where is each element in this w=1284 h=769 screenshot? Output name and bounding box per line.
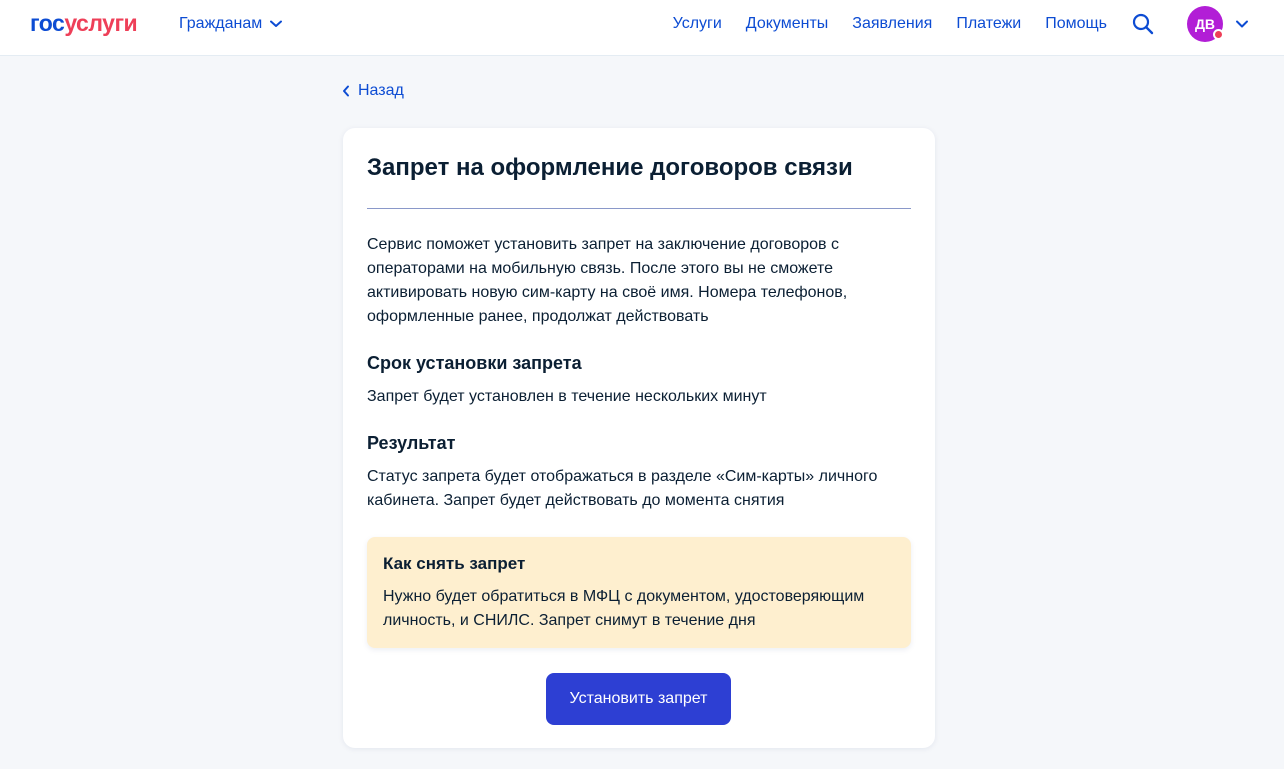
title-divider	[367, 208, 911, 209]
logo-part-gos: гос	[30, 10, 65, 36]
section-text-duration: Запрет будет установлен в течение нескол…	[367, 388, 767, 405]
audience-selector[interactable]: Гражданам	[179, 14, 283, 34]
back-link[interactable]: Назад	[342, 81, 404, 101]
set-ban-button[interactable]: Установить запрет	[546, 673, 731, 725]
nav-item-applications[interactable]: Заявления	[852, 14, 932, 34]
notice-title: Как снять запрет	[383, 554, 526, 573]
logo-part-uslugi: услуги	[64, 10, 138, 36]
audience-label: Гражданам	[179, 15, 263, 32]
notice-text: Нужно будет обратиться в МФЦ с документо…	[383, 588, 865, 629]
avatar-initials: ДВ	[1194, 16, 1216, 32]
gosuslugi-logo[interactable]: госуслуги	[30, 9, 138, 37]
section-text-result: Статус запрета будет отображаться в разд…	[367, 468, 878, 509]
notice-box: Как снять запрет Нужно будет обратиться …	[367, 537, 911, 648]
top-header: госуслуги Гражданам Услуги Документы Зая…	[0, 0, 1284, 56]
nav-item-help[interactable]: Помощь	[1045, 14, 1107, 34]
page-title: Запрет на оформление договоров связи	[367, 154, 853, 181]
main-nav: Услуги Документы Заявления Платежи Помощ…	[673, 14, 1107, 34]
search-icon[interactable]	[1131, 12, 1155, 36]
nav-item-services[interactable]: Услуги	[673, 14, 722, 34]
section-title-result: Результат	[367, 433, 456, 453]
nav-item-documents[interactable]: Документы	[746, 14, 828, 34]
chevron-down-icon	[270, 20, 283, 27]
chevron-down-icon[interactable]	[1235, 18, 1249, 30]
chevron-left-icon	[343, 85, 349, 97]
back-label: Назад	[358, 82, 404, 99]
section-title-duration: Срок установки запрета	[367, 353, 582, 373]
nav-item-payments[interactable]: Платежи	[956, 14, 1021, 34]
service-card: Запрет на оформление договоров связи Сер…	[343, 128, 935, 748]
user-avatar[interactable]: ДВ	[1187, 6, 1224, 42]
notification-dot	[1213, 29, 1224, 40]
service-description: Сервис поможет установить запрет на закл…	[367, 236, 848, 325]
